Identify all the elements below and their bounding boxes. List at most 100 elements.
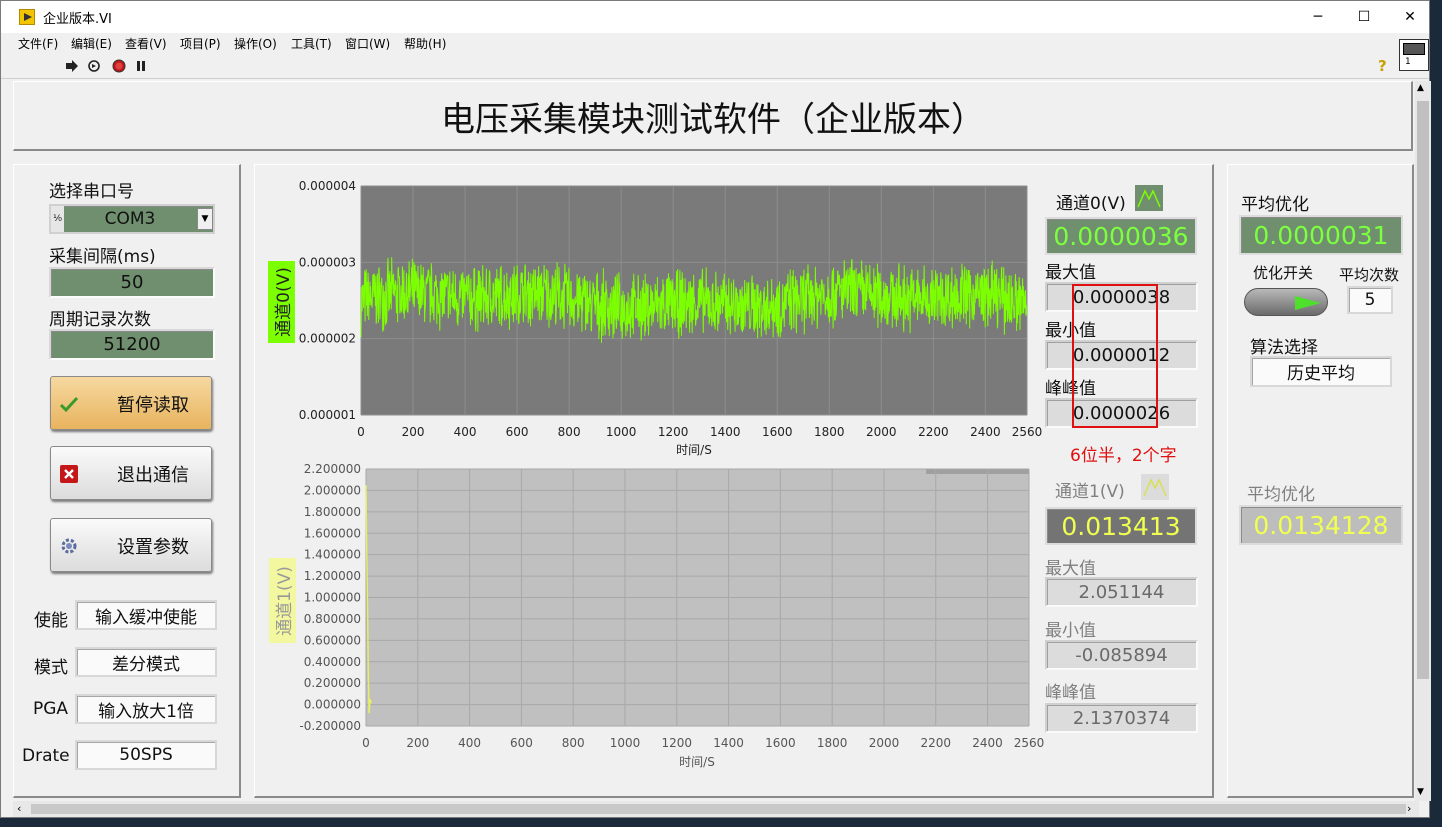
- drate-label: Drate: [22, 746, 70, 766]
- channel0-chart: 0 200 400 600 800 1000 1200 1400 1600 1800 2000 220…: [268, 179, 1043, 457]
- c1-xtick-label: 1400: [713, 736, 744, 750]
- c1-ytick-label: 1.800000: [304, 505, 361, 519]
- vertical-scroll-thumb[interactable]: [1417, 101, 1429, 679]
- c1-ytick-label: 1.000000: [304, 591, 361, 605]
- minimize-button[interactable]: ─: [1295, 1, 1341, 33]
- channel1-xlabel: 时间/S: [679, 755, 715, 769]
- exit-comm-button[interactable]: 退出通信: [50, 446, 212, 500]
- labview-window: 企业版本.VI ─ ☐ ✕ 文件(F) 编辑(E) 查看(V) 项目(P) 操作…: [0, 0, 1433, 818]
- c1-xtick-label: 200: [406, 736, 429, 750]
- maximize-button[interactable]: ☐: [1341, 1, 1387, 33]
- c1-xtick-label: 400: [458, 736, 481, 750]
- channel0-ylabel: 通道0(V): [274, 267, 294, 337]
- scroll-right-icon[interactable]: ›: [1407, 802, 1411, 815]
- c0-xtick-label: 2200: [918, 425, 949, 439]
- horizontal-scrollbar[interactable]: ‹ ›: [13, 801, 1419, 817]
- pause-read-button[interactable]: 暂停读取: [50, 376, 212, 430]
- pga-value: 输入放大1倍: [75, 694, 217, 724]
- menu-tools[interactable]: 工具(T): [291, 35, 332, 52]
- scroll-up-icon[interactable]: ▲: [1417, 83, 1424, 93]
- horizontal-scroll-thumb[interactable]: [31, 804, 1406, 814]
- avg-opt2-value: 0.0134128: [1239, 505, 1403, 545]
- avg-count-label: 平均次数: [1339, 266, 1400, 284]
- c1-ytick-label: -0.200000: [299, 719, 361, 733]
- menu-window[interactable]: 窗口(W): [345, 35, 390, 52]
- run-arrow-icon[interactable]: [65, 59, 79, 73]
- interval-input[interactable]: 50: [49, 267, 215, 298]
- menu-edit[interactable]: 编辑(E): [71, 35, 112, 52]
- menu-operate[interactable]: 操作(O): [234, 35, 277, 52]
- c1-xtick-label: 2000: [869, 736, 900, 750]
- ch1-legend-label: 通道1(V): [1055, 482, 1125, 502]
- interval-label: 采集间隔(ms): [49, 247, 156, 267]
- window-title: 企业版本.VI: [43, 12, 112, 27]
- c0-ytick-label: 0.000002: [299, 332, 356, 346]
- ch0-legend-plot-icon[interactable]: [1135, 185, 1163, 211]
- vertical-scrollbar[interactable]: ▲ ▼: [1415, 81, 1431, 801]
- opt-switch-toggle[interactable]: [1244, 288, 1328, 316]
- c0-ytick-label: 0.000004: [299, 179, 356, 193]
- channel0-xlabel: 时间/S: [676, 443, 712, 457]
- scroll-left-icon[interactable]: ‹: [17, 802, 21, 815]
- settings-label: 设置参数: [117, 537, 189, 558]
- close-x-icon: [60, 465, 78, 483]
- c1-xtick-label: 2200: [920, 736, 951, 750]
- pause-icon[interactable]: [134, 59, 148, 73]
- menu-bar: 文件(F) 编辑(E) 查看(V) 项目(P) 操作(O) 工具(T) 窗口(W…: [1, 33, 1429, 53]
- mode-value: 差分模式: [75, 647, 217, 677]
- c1-ytick-label: 0.200000: [304, 676, 361, 690]
- annotation-text: 6位半，2个字: [1070, 446, 1177, 466]
- ch1-min-value: -0.085894: [1045, 640, 1198, 670]
- c0-xtick-label: 1200: [658, 425, 689, 439]
- serial-port-select[interactable]: ⅟₀ COM3 ▼: [49, 204, 215, 234]
- algo-select[interactable]: 历史平均: [1250, 356, 1392, 387]
- opt-switch-label: 优化开关: [1253, 264, 1314, 282]
- c1-xtick-label: 2560: [1014, 736, 1045, 750]
- checkmark-icon: [59, 396, 79, 413]
- enable-label: 使能: [34, 611, 68, 631]
- c0-xtick-label: 2560: [1012, 425, 1043, 439]
- c1-ytick-label: 1.600000: [304, 526, 361, 540]
- c1-ytick-label: 0.400000: [304, 655, 361, 669]
- menu-project[interactable]: 项目(P): [180, 35, 221, 52]
- period-count-input[interactable]: 51200: [49, 329, 215, 360]
- avg-opt2-label: 平均优化: [1247, 485, 1315, 505]
- c1-xtick-label: 0: [362, 736, 370, 750]
- menu-view[interactable]: 查看(V): [125, 35, 167, 52]
- gear-icon: [61, 538, 77, 554]
- c0-xtick-label: 2400: [970, 425, 1001, 439]
- ch1-pp-value: 2.1370374: [1045, 703, 1198, 733]
- close-button[interactable]: ✕: [1387, 1, 1433, 33]
- ch1-max-value: 2.051144: [1045, 577, 1198, 607]
- c1-xtick-label: 1200: [662, 736, 693, 750]
- annotation-box: [1072, 284, 1158, 428]
- enable-value: 输入缓冲使能: [75, 600, 217, 630]
- chevron-down-icon[interactable]: ▼: [197, 208, 213, 230]
- io-name-icon: ⅟₀: [51, 206, 64, 232]
- toolbar: ?: [1, 53, 1429, 79]
- c0-ytick-label: 0.000001: [299, 408, 356, 422]
- algo-label: 算法选择: [1250, 338, 1318, 358]
- switch-led-icon: [1295, 296, 1321, 310]
- c1-ytick-label: 2.200000: [304, 462, 361, 476]
- run-continuously-icon[interactable]: [87, 59, 101, 73]
- menu-help[interactable]: 帮助(H): [404, 35, 446, 52]
- serial-port-value: COM3: [104, 209, 156, 229]
- c0-xtick-label: 400: [454, 425, 477, 439]
- avg-opt-value: 0.0000031: [1239, 215, 1403, 255]
- scroll-down-icon[interactable]: ▼: [1417, 787, 1424, 797]
- menu-file[interactable]: 文件(F): [18, 35, 58, 52]
- c1-xtick-label: 2400: [972, 736, 1003, 750]
- ch1-legend-plot-icon[interactable]: [1141, 474, 1169, 500]
- c0-xtick-label: 0: [357, 425, 365, 439]
- c0-ytick-label: 0.000003: [299, 255, 356, 269]
- drate-value: 50SPS: [75, 740, 217, 770]
- c0-xtick-label: 600: [506, 425, 529, 439]
- ch0-max-label: 最大值: [1045, 263, 1096, 283]
- avg-count-input[interactable]: 5: [1347, 286, 1393, 314]
- settings-button[interactable]: 设置参数: [50, 518, 212, 572]
- context-help-icon[interactable]: ?: [1378, 57, 1387, 75]
- channel1-ylabel: 通道1(V): [275, 566, 295, 636]
- abort-stop-icon[interactable]: [112, 59, 126, 73]
- page-title: 电压采集模块测试软件（企业版本）: [441, 99, 985, 140]
